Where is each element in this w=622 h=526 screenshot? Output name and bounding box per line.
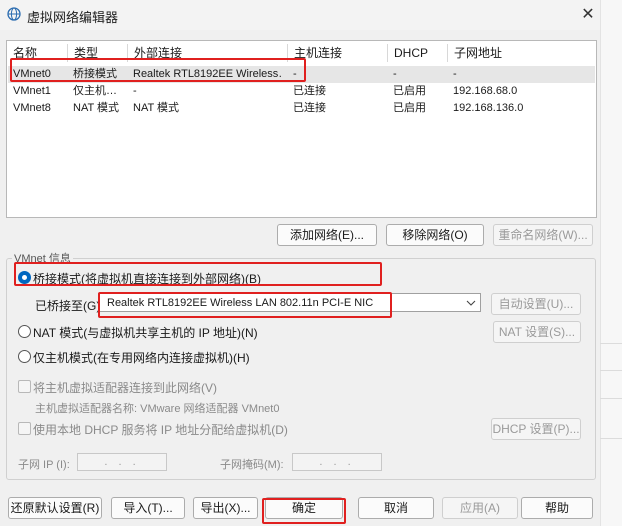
cell-name: VMnet0 bbox=[13, 68, 51, 80]
table-row-vmnet0[interactable]: VMnet0 桥接模式 Realtek RTL8192EE Wireless… … bbox=[8, 66, 595, 83]
column-header-subnet[interactable]: 子网地址 bbox=[447, 44, 595, 62]
background-divider bbox=[600, 398, 622, 399]
nat-radio[interactable] bbox=[18, 325, 31, 338]
window-title: 虚拟网络编辑器 bbox=[27, 10, 119, 25]
bridged-label[interactable]: 桥接模式(将虚拟机直接连接到外部网络)(B) bbox=[33, 270, 261, 287]
close-icon: ✕ bbox=[581, 6, 595, 23]
column-header-host[interactable]: 主机连接 bbox=[287, 44, 387, 62]
nat-label[interactable]: NAT 模式(与虚拟机共享主机的 IP 地址)(N) bbox=[33, 324, 258, 341]
hostonly-radio[interactable] bbox=[18, 350, 31, 363]
table-row-vmnet1[interactable]: VMnet1 仅主机… - 已连接 已启用 192.168.68.0 bbox=[8, 83, 595, 100]
vmnet-info-title: VMnet 信息 bbox=[12, 250, 73, 266]
bridged-to-label: 已桥接至(G): bbox=[35, 299, 104, 313]
cell-external: NAT 模式 bbox=[133, 102, 180, 114]
title-bar: 虚拟网络编辑器 ✕ bbox=[0, 0, 622, 30]
cell-type: NAT 模式 bbox=[73, 102, 120, 114]
cell-host: 已连接 bbox=[293, 102, 326, 114]
cell-dhcp: 已启用 bbox=[393, 102, 426, 114]
dhcp-label[interactable]: 使用本地 DHCP 服务将 IP 地址分配给虚拟机(D) bbox=[33, 421, 288, 438]
column-header-dhcp[interactable]: DHCP bbox=[387, 44, 447, 62]
background-window-edge bbox=[600, 0, 622, 526]
cell-external: - bbox=[133, 85, 137, 97]
table-row-vmnet8[interactable]: VMnet8 NAT 模式 NAT 模式 已连接 已启用 192.168.136… bbox=[8, 100, 595, 117]
rename-network-button[interactable]: 重命名网络(W)... bbox=[493, 224, 593, 246]
background-divider bbox=[600, 370, 622, 371]
globe-icon bbox=[7, 7, 21, 21]
subnet-ip-label: 子网 IP (I): bbox=[18, 459, 70, 471]
import-button[interactable]: 导入(T)... bbox=[111, 497, 185, 519]
bridged-radio[interactable] bbox=[18, 271, 31, 284]
subnet-mask-label: 子网掩码(M): bbox=[220, 459, 284, 471]
hostonly-label[interactable]: 仅主机模式(在专用网络内连接虚拟机)(H) bbox=[33, 349, 250, 366]
bridged-adapter-select[interactable]: Realtek RTL8192EE Wireless LAN 802.11n P… bbox=[98, 293, 481, 312]
dhcp-settings-button[interactable]: DHCP 设置(P)... bbox=[491, 418, 581, 440]
cell-name: VMnet1 bbox=[13, 85, 51, 97]
connect-adapter-label[interactable]: 将主机虚拟适配器连接到此网络(V) bbox=[33, 379, 217, 396]
column-header-external[interactable]: 外部连接 bbox=[127, 44, 287, 62]
nat-settings-button[interactable]: NAT 设置(S)... bbox=[493, 321, 581, 343]
export-button[interactable]: 导出(X)... bbox=[193, 497, 258, 519]
network-table[interactable]: 名称 类型 外部连接 主机连接 DHCP 子网地址 VMnet0 桥接模式 Re… bbox=[6, 40, 597, 218]
cell-host: - bbox=[293, 68, 297, 80]
apply-button[interactable]: 应用(A) bbox=[442, 497, 518, 519]
cell-subnet: 192.168.136.0 bbox=[453, 102, 524, 114]
ok-button[interactable]: 确定 bbox=[265, 497, 343, 519]
help-button[interactable]: 帮助 bbox=[521, 497, 593, 519]
cell-host: 已连接 bbox=[293, 85, 326, 97]
column-header-type[interactable]: 类型 bbox=[67, 44, 127, 62]
dhcp-checkbox[interactable] bbox=[18, 422, 31, 435]
auto-settings-button[interactable]: 自动设置(U)... bbox=[491, 293, 581, 315]
connect-adapter-checkbox[interactable] bbox=[18, 380, 31, 393]
chevron-down-icon bbox=[466, 300, 476, 306]
cell-external: Realtek RTL8192EE Wireless… bbox=[133, 68, 283, 80]
cell-dhcp: - bbox=[393, 68, 397, 80]
add-network-button[interactable]: 添加网络(E)... bbox=[277, 224, 377, 246]
adapter-name-label: 主机虚拟适配器名称: VMware 网络适配器 VMnet0 bbox=[35, 403, 280, 415]
cancel-button[interactable]: 取消 bbox=[358, 497, 434, 519]
subnet-mask-input[interactable]: . . . bbox=[292, 453, 382, 471]
remove-network-button[interactable]: 移除网络(O) bbox=[386, 224, 484, 246]
cell-name: VMnet8 bbox=[13, 102, 51, 114]
restore-defaults-button[interactable]: 还原默认设置(R) bbox=[8, 497, 102, 519]
vmnet-info-group bbox=[6, 258, 596, 480]
column-header-name[interactable]: 名称 bbox=[7, 44, 67, 62]
background-divider bbox=[600, 438, 622, 439]
subnet-ip-input[interactable]: . . . bbox=[77, 453, 167, 471]
cell-type: 仅主机… bbox=[73, 85, 117, 97]
cell-dhcp: 已启用 bbox=[393, 85, 426, 97]
close-button[interactable]: ✕ bbox=[574, 3, 602, 27]
cell-type: 桥接模式 bbox=[73, 68, 117, 80]
background-divider bbox=[600, 343, 622, 344]
bridged-adapter-value: Realtek RTL8192EE Wireless LAN 802.11n P… bbox=[107, 297, 374, 309]
cell-subnet: - bbox=[453, 68, 457, 80]
cell-subnet: 192.168.68.0 bbox=[453, 85, 518, 97]
